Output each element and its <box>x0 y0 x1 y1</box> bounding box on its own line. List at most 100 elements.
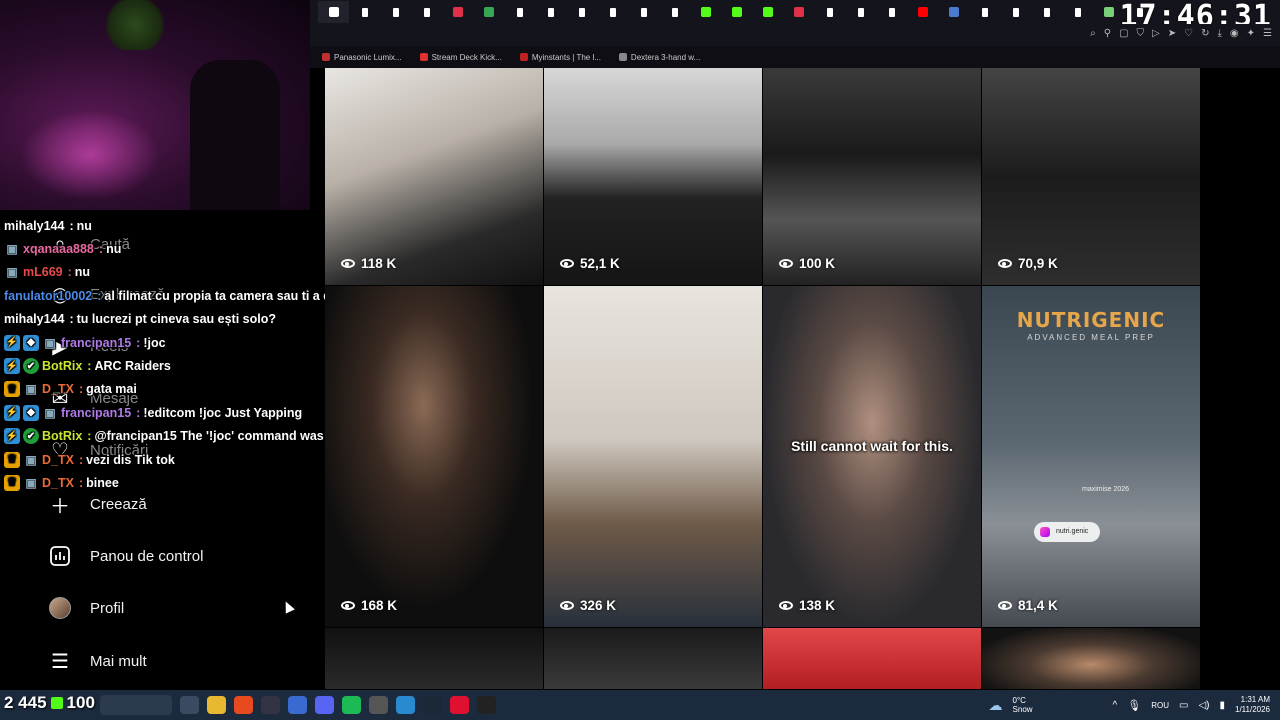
pin-icon[interactable]: ⚲ <box>1104 28 1111 39</box>
post-tile[interactable]: 52,1 K <box>544 68 762 285</box>
chat-username[interactable]: D_TX <box>42 453 74 467</box>
post-tile[interactable]: 70,9 K <box>982 68 1200 285</box>
browser-tab[interactable] <box>876 1 907 23</box>
volume-icon[interactable]: ◁) <box>1198 700 1209 711</box>
download-icon[interactable]: ⤓ <box>1217 28 1221 39</box>
video-caption: Still cannot wait for this. <box>791 438 953 454</box>
network-icon[interactable]: ▭ <box>1179 700 1188 711</box>
browser-tab[interactable] <box>442 1 473 23</box>
overlay-handle: maximise 2026 <box>1082 486 1130 493</box>
post-tile[interactable] <box>763 628 981 689</box>
weather-widget[interactable]: 0°C Snow <box>1013 696 1033 714</box>
discord-icon[interactable] <box>315 696 334 714</box>
browser-tab[interactable] <box>566 1 597 23</box>
post-tile[interactable]: 118 K <box>325 68 543 285</box>
browser-tab[interactable] <box>1062 1 1093 23</box>
browser-tab[interactable] <box>814 1 845 23</box>
taskbar-search[interactable] <box>100 695 172 715</box>
steam-icon[interactable] <box>423 696 442 714</box>
post-tile[interactable] <box>544 628 762 689</box>
post-tile[interactable]: 168 K <box>325 286 543 627</box>
post-tile[interactable] <box>325 628 543 689</box>
mic-icon[interactable]: 🎙 <box>1127 699 1141 712</box>
play-icon[interactable]: ▷ <box>1152 28 1160 39</box>
chat-text: nu <box>76 218 92 233</box>
chat-username[interactable]: mL669 <box>23 265 63 279</box>
obs-icon[interactable] <box>261 696 280 714</box>
post-tile[interactable]: Still cannot wait for this. 138 K <box>763 286 981 627</box>
browser-tab[interactable] <box>318 1 349 23</box>
refresh-icon[interactable]: ↻ <box>1201 28 1209 39</box>
browser-tab[interactable] <box>752 1 783 23</box>
opera-icon[interactable] <box>450 696 469 714</box>
tv-badge-icon: ▣ <box>44 335 56 350</box>
chrome-icon[interactable] <box>369 696 388 714</box>
browser-tab[interactable] <box>969 1 1000 23</box>
view-count-label: 326 K <box>580 598 617 613</box>
browser-tab[interactable] <box>349 1 380 23</box>
chat-username[interactable]: francipan15 <box>61 406 131 420</box>
nav-more[interactable]: ☰ Mai mult <box>48 646 147 676</box>
steam-icon <box>948 7 959 17</box>
post-tile[interactable] <box>982 628 1200 689</box>
send-icon[interactable]: ➤ <box>1168 28 1176 39</box>
post-tile[interactable]: NUTRIGENIC ADVANCED MEAL PREP maximise 202… <box>982 286 1200 627</box>
ai-icon[interactable]: ✦ <box>1247 28 1255 39</box>
chat-username[interactable]: mihaly144 <box>4 219 64 233</box>
notepad-icon[interactable] <box>396 696 415 714</box>
chevron-up-icon[interactable]: ^ <box>1113 700 1118 711</box>
explorer-icon[interactable] <box>207 696 226 714</box>
bookmark-item[interactable]: Myinstants | The l... <box>519 53 601 62</box>
taskbar-clock[interactable]: 1:31 AM 1/11/2026 <box>1235 695 1270 715</box>
nav-dashboard[interactable]: Panou de control <box>48 541 203 571</box>
post-tile[interactable]: 100 K <box>763 68 981 285</box>
language-indicator[interactable]: ROU <box>1151 701 1169 710</box>
profile-icon[interactable]: ◉ <box>1230 28 1239 39</box>
taskbar: 2 445 100 ☁ 0°C Snow ^ 🎙 ROU ▭ ◁) ▮ 1:31… <box>0 690 1280 720</box>
chat-username[interactable]: D_TX <box>42 476 74 490</box>
menu-icon[interactable]: ☰ <box>1263 28 1272 39</box>
heart-icon[interactable]: ♡ <box>1184 28 1193 39</box>
profile-avatar-wrap <box>48 596 72 620</box>
taskview-icon[interactable] <box>180 696 199 714</box>
taskbar-apps <box>180 696 496 714</box>
chat-username[interactable]: BotRix <box>42 429 82 443</box>
shield-icon[interactable]: ⛉ <box>1137 28 1145 39</box>
chat-username[interactable]: francipan15 <box>61 336 131 350</box>
browser-tab[interactable] <box>504 1 535 23</box>
browser-tab[interactable] <box>659 1 690 23</box>
browser-tab[interactable] <box>1031 1 1062 23</box>
chat-username[interactable]: D_TX <box>42 382 74 396</box>
store-icon[interactable] <box>288 696 307 714</box>
browser-tab[interactable] <box>473 1 504 23</box>
browser-tab[interactable] <box>1000 1 1031 23</box>
bookmark-item[interactable]: Dextera 3-hand w... <box>618 53 700 62</box>
chat-username[interactable]: fanulator10002 <box>4 289 92 303</box>
brave-icon[interactable] <box>234 696 253 714</box>
browser-tab[interactable] <box>628 1 659 23</box>
browser-tab[interactable] <box>783 1 814 23</box>
browser-tab[interactable] <box>907 1 938 23</box>
browser-tab[interactable] <box>535 1 566 23</box>
browser-tab[interactable] <box>380 1 411 23</box>
browser-tab[interactable] <box>597 1 628 23</box>
chat-username[interactable]: mihaly144 <box>4 312 64 326</box>
spotify-icon[interactable] <box>342 696 361 714</box>
zoom-icon[interactable]: ⌕ <box>1090 28 1096 39</box>
chat-username[interactable]: BotRix <box>42 359 82 373</box>
nav-profile[interactable]: Profil <box>48 593 124 623</box>
browser-tab[interactable] <box>845 1 876 23</box>
chat-username[interactable]: xqanaaa888 <box>23 242 94 256</box>
screenshot-icon[interactable]: ▢ <box>1119 28 1128 39</box>
bookmark-item[interactable]: Stream Deck Kick... <box>419 53 502 62</box>
view-count-label: 52,1 K <box>580 256 620 271</box>
browser-tab[interactable] <box>690 1 721 23</box>
view-count: 52,1 K <box>560 256 620 271</box>
browser-tab[interactable] <box>721 1 752 23</box>
browser-tab[interactable] <box>411 1 442 23</box>
post-tile[interactable]: 326 K <box>544 286 762 627</box>
github-icon[interactable] <box>477 696 496 714</box>
bookmark-item[interactable]: Panasonic Lumix... <box>322 53 402 62</box>
browser-tab[interactable] <box>938 1 969 23</box>
battery-icon[interactable]: ▮ <box>1219 700 1225 711</box>
